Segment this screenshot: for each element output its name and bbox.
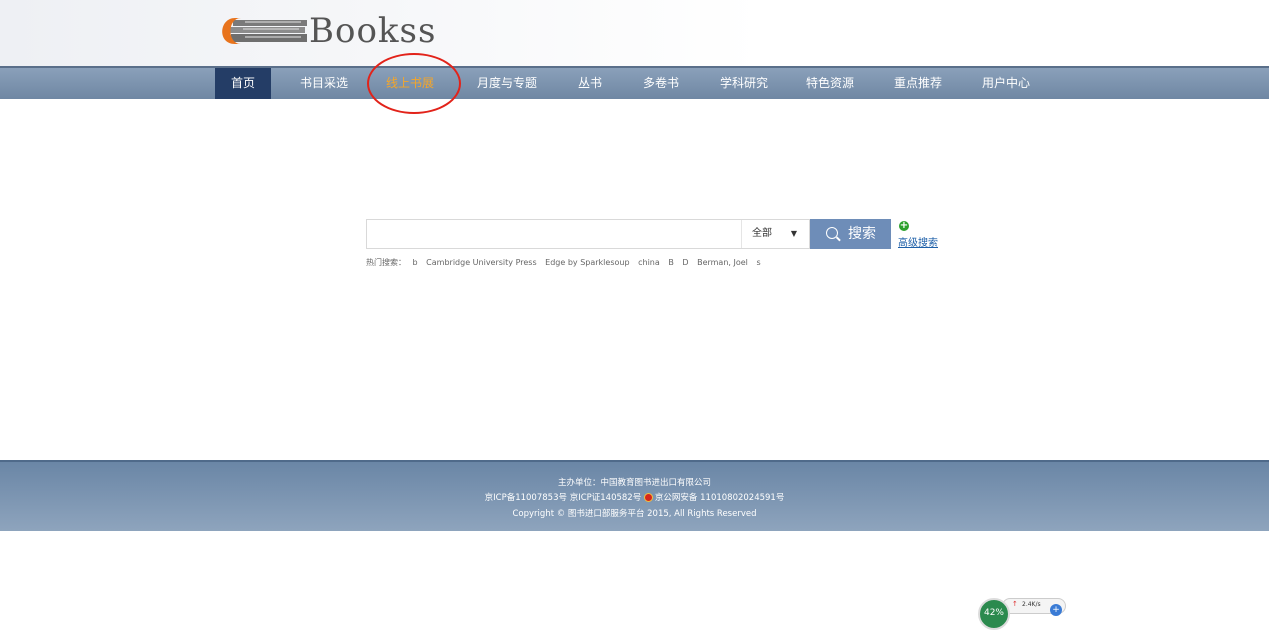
hot-term[interactable]: Cambridge University Press: [426, 258, 536, 267]
nav-user-center[interactable]: 用户中心: [973, 68, 1039, 99]
arrow-up-icon: ↑: [1012, 600, 1018, 608]
site-logo[interactable]: Bookss: [215, 14, 436, 48]
footer-icp1[interactable]: 京ICP备11007853号: [485, 493, 567, 503]
search-bar: 全部 ▼: [366, 219, 810, 249]
hot-term[interactable]: Edge by Sparklesoup: [545, 258, 629, 267]
nav-monthly-topics[interactable]: 月度与专题: [470, 68, 544, 99]
search-icon: [826, 227, 838, 239]
plus-icon[interactable]: +: [1050, 604, 1062, 616]
book-logo-icon: [222, 18, 307, 44]
nav-featured-resources[interactable]: 特色资源: [797, 68, 863, 99]
hot-term[interactable]: Berman, Joel: [697, 258, 748, 267]
hot-searches-label: 热门搜索：: [366, 258, 406, 267]
nav-multi-volume[interactable]: 多卷书: [635, 68, 687, 99]
chevron-down-icon: ▼: [790, 229, 797, 238]
nav-series[interactable]: 丛书: [570, 68, 610, 99]
nav-catalog-selection[interactable]: 书目采选: [291, 68, 357, 99]
hot-term[interactable]: B: [668, 258, 674, 267]
police-badge-icon: [643, 493, 653, 502]
hot-term[interactable]: china: [638, 258, 660, 267]
hot-searches: 热门搜索： b Cambridge University Press Edge …: [366, 257, 767, 268]
footer-icp2[interactable]: 京ICP证140582号: [570, 493, 642, 503]
search-scope-value: 全部: [752, 228, 772, 239]
advanced-search-link[interactable]: 高级搜索: [898, 234, 938, 249]
hot-term[interactable]: D: [682, 258, 688, 267]
footer-icp-line: 京ICP备11007853号 京ICP证140582号 京公网安备 110108…: [0, 491, 1269, 503]
search-button-label: 搜索: [848, 226, 876, 242]
network-speed: 2.4K/s: [1022, 601, 1041, 608]
search-input[interactable]: [367, 220, 739, 248]
nav-home[interactable]: 首页: [215, 68, 271, 99]
network-speed-widget[interactable]: 42% ↑ 2.4K/s +: [978, 598, 1070, 630]
search-scope-select[interactable]: 全部 ▼: [741, 220, 809, 248]
main-nav: 首页 书目采选 线上书展 月度与专题 丛书 多卷书 学科研究 特色资源 重点推荐…: [0, 66, 1269, 99]
percent-gauge: 42%: [978, 598, 1010, 630]
site-footer: 主办单位：中国教育图书进出口有限公司 京ICP备11007853号 京ICP证1…: [0, 460, 1269, 531]
footer-host: 主办单位：中国教育图书进出口有限公司: [557, 478, 711, 488]
footer-copyright: Copyright © 图书进口部服务平台 2015, All Rights R…: [512, 509, 757, 519]
logo-wordmark: Bookss: [309, 11, 437, 51]
footer-police[interactable]: 京公网安备 11010802024591号: [655, 493, 784, 503]
nav-recommendations[interactable]: 重点推荐: [885, 68, 951, 99]
site-header: Bookss: [0, 0, 1269, 66]
hot-term[interactable]: b: [413, 258, 418, 267]
hot-term[interactable]: s: [756, 258, 760, 267]
annotation-circle: [367, 53, 461, 114]
plus-circle-icon[interactable]: +: [899, 221, 909, 231]
search-button[interactable]: 搜索: [810, 219, 891, 249]
nav-subject-research[interactable]: 学科研究: [711, 68, 777, 99]
